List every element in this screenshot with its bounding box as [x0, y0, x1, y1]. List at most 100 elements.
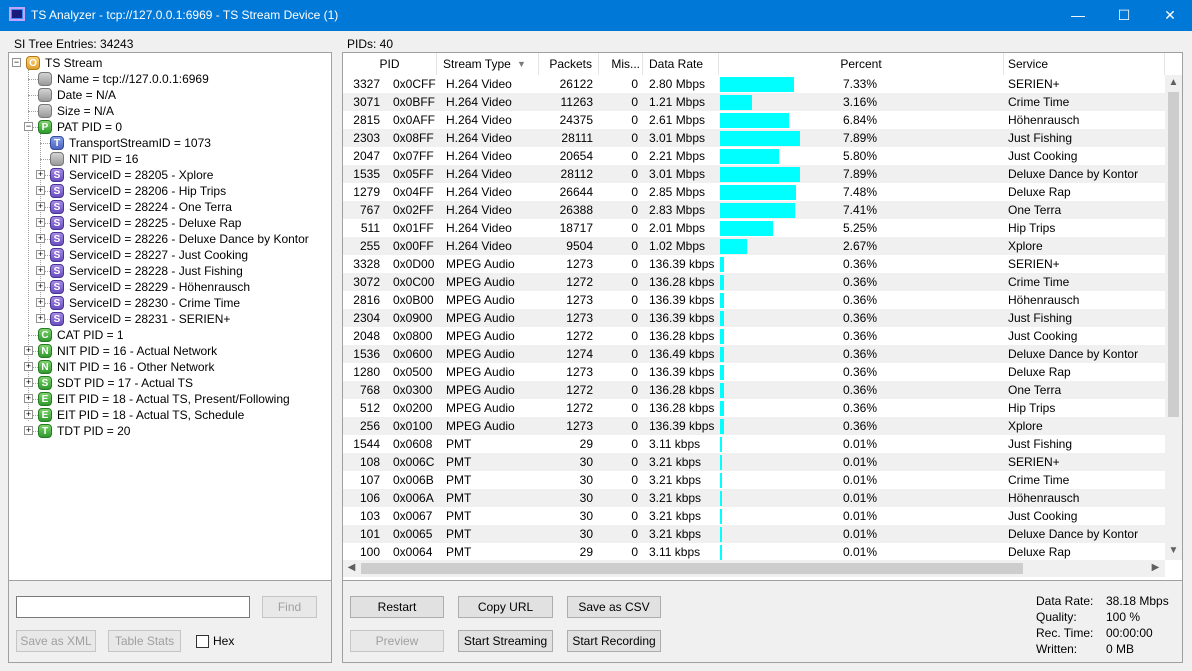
tree-node[interactable]: − O TS Stream — [9, 55, 331, 71]
minimize-button[interactable]: — — [1055, 0, 1101, 31]
table-row[interactable]: 2048 0x0800 MPEG Audio 1272 0 136.28 kbps 0.36… — [343, 327, 1165, 345]
expand-icon[interactable]: + — [24, 410, 33, 419]
tree-node[interactable]: + S ServiceID = 28205 - Xplore — [9, 167, 331, 183]
column-header-packets[interactable]: Packets — [539, 53, 599, 75]
column-header-stream-type[interactable]: Stream Type ▼ — [437, 53, 539, 75]
table-row[interactable]: 3072 0x0C00 MPEG Audio 1272 0 136.28 kbps 0.36… — [343, 273, 1165, 291]
tree-node[interactable]: + E EIT PID = 18 - Actual TS, Schedule — [9, 407, 331, 423]
horizontal-scroll-thumb[interactable] — [361, 563, 1023, 574]
pid-hex-cell: 0x0500 — [393, 365, 433, 379]
expand-icon[interactable]: + — [24, 378, 33, 387]
table-row[interactable]: 107 0x006B PMT 30 0 3.21 kbps 0.01% Crime Time — [343, 471, 1165, 489]
data-rate-cell: 136.28 kbps — [649, 401, 715, 415]
column-header-service[interactable]: Service — [1004, 53, 1165, 75]
tree-node[interactable]: Date = N/A — [9, 87, 331, 103]
pid-cell: 2304 — [353, 311, 380, 325]
expand-icon[interactable]: + — [36, 234, 45, 243]
pid-grid[interactable]: PID Stream Type ▼ Packets Mis... Data Ra… — [342, 52, 1183, 581]
expand-icon[interactable]: + — [24, 362, 33, 371]
table-row[interactable]: 101 0x0065 PMT 30 0 3.21 kbps 0.01% Deluxe Danc… — [343, 525, 1165, 543]
pid-hex-cell: 0x07FF — [393, 149, 434, 163]
si-tree[interactable]: − O TS Stream Name = tcp://127.0.0.1:6969 Da… — [8, 52, 332, 581]
collapse-icon[interactable]: − — [12, 58, 21, 67]
tree-node[interactable]: + E EIT PID = 18 - Actual TS, Present/Foll… — [9, 391, 331, 407]
expand-icon[interactable]: + — [36, 282, 45, 291]
table-row[interactable]: 1535 0x05FF H.264 Video 28112 0 3.01 Mbps 7.89… — [343, 165, 1165, 183]
tree-node[interactable]: C CAT PID = 1 — [9, 327, 331, 343]
missing-cell: 0 — [631, 113, 638, 127]
expand-icon[interactable]: + — [36, 170, 45, 179]
expand-icon[interactable]: + — [36, 266, 45, 275]
tree-node[interactable]: T TransportStreamID = 1073 — [9, 135, 331, 151]
scroll-down-icon[interactable]: ▼ — [1165, 545, 1182, 556]
tree-node[interactable]: Size = N/A — [9, 103, 331, 119]
pid-hex-cell: 0x0CFF — [393, 77, 436, 91]
table-row[interactable]: 3071 0x0BFF H.264 Video 11263 0 1.21 Mbps 3.16… — [343, 93, 1165, 111]
tree-node[interactable]: − P PAT PID = 0 — [9, 119, 331, 135]
table-row[interactable]: 106 0x006A PMT 30 0 3.21 kbps 0.01% Höhenrausch — [343, 489, 1165, 507]
expand-icon[interactable]: + — [36, 218, 45, 227]
table-row[interactable]: 2303 0x08FF H.264 Video 28111 0 3.01 Mbps 7.89… — [343, 129, 1165, 147]
table-row[interactable]: 1279 0x04FF H.264 Video 26644 0 2.85 Mbps 7.48… — [343, 183, 1165, 201]
table-row[interactable]: 1536 0x0600 MPEG Audio 1274 0 136.49 kbps 0.36… — [343, 345, 1165, 363]
horizontal-scrollbar[interactable]: ◀ ▶ — [343, 560, 1165, 577]
tree-node[interactable]: + S ServiceID = 28224 - One Terra — [9, 199, 331, 215]
tree-node-label: EIT PID = 18 - Actual TS, Schedule — [57, 408, 245, 422]
expand-icon[interactable]: + — [24, 426, 33, 435]
table-row[interactable]: 256 0x0100 MPEG Audio 1273 0 136.39 kbps 0.36%… — [343, 417, 1165, 435]
tree-node[interactable]: + S ServiceID = 28229 - Höhenrausch — [9, 279, 331, 295]
collapse-icon[interactable]: − — [24, 122, 33, 131]
column-header-missing[interactable]: Mis... — [599, 53, 643, 75]
table-row[interactable]: 767 0x02FF H.264 Video 26388 0 2.83 Mbps 7.41%… — [343, 201, 1165, 219]
column-header-data-rate[interactable]: Data Rate — [643, 53, 719, 75]
table-row[interactable]: 108 0x006C PMT 30 0 3.21 kbps 0.01% SERIEN+ — [343, 453, 1165, 471]
expand-icon[interactable]: + — [36, 314, 45, 323]
percent-bar — [720, 149, 779, 164]
scroll-up-icon[interactable]: ▲ — [1165, 77, 1182, 88]
table-row[interactable]: 3327 0x0CFF H.264 Video 26122 0 2.80 Mbps 7.33… — [343, 75, 1165, 93]
tree-node[interactable]: NIT PID = 16 — [9, 151, 331, 167]
expand-icon[interactable]: + — [36, 186, 45, 195]
column-header-pid[interactable]: PID — [343, 53, 437, 75]
stream-type-cell: H.264 Video — [446, 203, 512, 217]
tree-node[interactable]: + N NIT PID = 16 - Actual Network — [9, 343, 331, 359]
close-button[interactable]: ✕ — [1147, 0, 1192, 31]
expand-icon[interactable]: + — [36, 202, 45, 211]
expand-icon[interactable]: + — [24, 394, 33, 403]
data-rate-cell: 1.21 Mbps — [649, 95, 706, 109]
tree-node[interactable]: + S ServiceID = 28231 - SERIEN+ — [9, 311, 331, 327]
tree-node[interactable]: + S ServiceID = 28228 - Just Fishing — [9, 263, 331, 279]
expand-icon[interactable]: + — [36, 250, 45, 259]
table-row[interactable]: 103 0x0067 PMT 30 0 3.21 kbps 0.01% Just Cookin… — [343, 507, 1165, 525]
maximize-button[interactable]: ☐ — [1101, 0, 1147, 31]
table-row[interactable]: 3328 0x0D00 MPEG Audio 1273 0 136.39 kbps 0.36… — [343, 255, 1165, 273]
tree-node[interactable]: + S ServiceID = 28206 - Hip Trips — [9, 183, 331, 199]
table-row[interactable]: 511 0x01FF H.264 Video 18717 0 2.01 Mbps 5.25%… — [343, 219, 1165, 237]
table-row[interactable]: 2047 0x07FF H.264 Video 20654 0 2.21 Mbps 5.80… — [343, 147, 1165, 165]
table-row[interactable]: 768 0x0300 MPEG Audio 1272 0 136.28 kbps 0.36%… — [343, 381, 1165, 399]
tree-node[interactable]: + S ServiceID = 28225 - Deluxe Rap — [9, 215, 331, 231]
table-row[interactable]: 2304 0x0900 MPEG Audio 1273 0 136.39 kbps 0.36… — [343, 309, 1165, 327]
table-row[interactable]: 512 0x0200 MPEG Audio 1272 0 136.28 kbps 0.36%… — [343, 399, 1165, 417]
vertical-scrollbar[interactable]: ▲ ▼ — [1165, 75, 1182, 560]
tree-node[interactable]: + S ServiceID = 28230 - Crime Time — [9, 295, 331, 311]
tree-node[interactable]: + T TDT PID = 20 — [9, 423, 331, 439]
tree-node[interactable]: Name = tcp://127.0.0.1:6969 — [9, 71, 331, 87]
scroll-right-icon[interactable]: ▶ — [1147, 562, 1164, 573]
percent-bar — [720, 419, 724, 434]
table-row[interactable]: 2815 0x0AFF H.264 Video 24375 0 2.61 Mbps 6.84… — [343, 111, 1165, 129]
table-row[interactable]: 100 0x0064 PMT 29 0 3.11 kbps 0.01% Deluxe Rap — [343, 543, 1165, 561]
table-row[interactable]: 1280 0x0500 MPEG Audio 1273 0 136.39 kbps 0.36… — [343, 363, 1165, 381]
tree-node[interactable]: + S ServiceID = 28227 - Just Cooking — [9, 247, 331, 263]
expand-icon[interactable]: + — [36, 298, 45, 307]
table-row[interactable]: 1544 0x0608 PMT 29 0 3.11 kbps 0.01% Just Fishi… — [343, 435, 1165, 453]
scroll-left-icon[interactable]: ◀ — [343, 562, 360, 573]
table-row[interactable]: 2816 0x0B00 MPEG Audio 1273 0 136.39 kbps 0.36… — [343, 291, 1165, 309]
tree-node[interactable]: + S SDT PID = 17 - Actual TS — [9, 375, 331, 391]
vertical-scroll-thumb[interactable] — [1168, 92, 1179, 417]
expand-icon[interactable]: + — [24, 346, 33, 355]
tree-node[interactable]: + S ServiceID = 28226 - Deluxe Dance by Ko… — [9, 231, 331, 247]
tree-node[interactable]: + N NIT PID = 16 - Other Network — [9, 359, 331, 375]
table-row[interactable]: 255 0x00FF H.264 Video 9504 0 1.02 Mbps 2.67% X… — [343, 237, 1165, 255]
column-header-percent[interactable]: Percent — [719, 53, 1004, 75]
